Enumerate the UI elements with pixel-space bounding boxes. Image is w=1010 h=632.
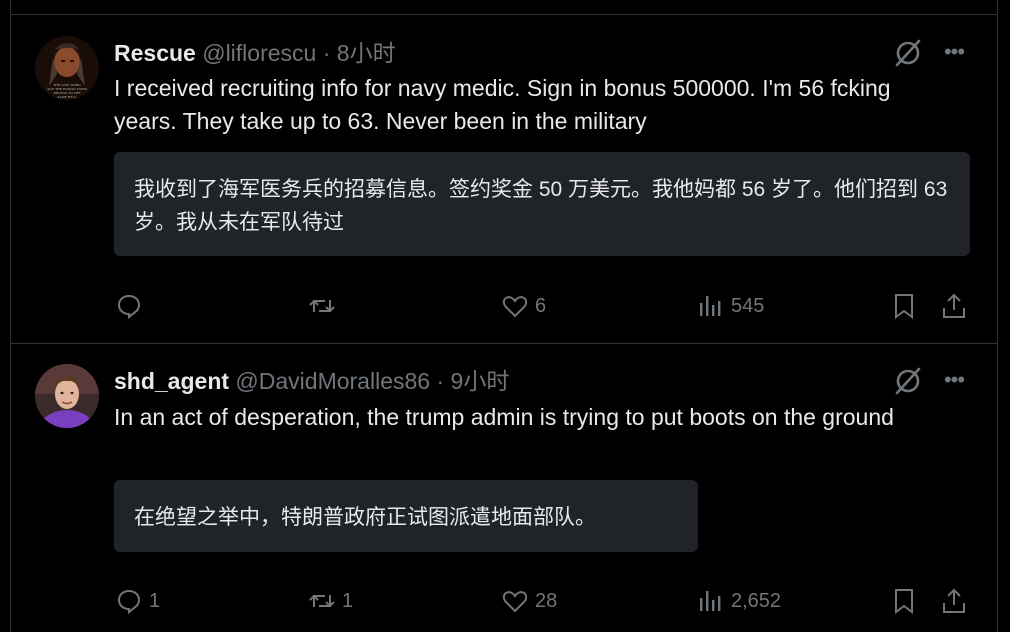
tweet-text: In an act of desperation, the trump admi…	[114, 404, 894, 430]
timeline: THE LOST WORD AND THE HUMAN WORD BELONG …	[10, 0, 998, 632]
bookmark-button[interactable]	[890, 286, 918, 326]
tweet-text: I received recruiting info for navy medi…	[114, 75, 891, 134]
share-button[interactable]	[940, 581, 968, 621]
share-button[interactable]	[940, 286, 968, 326]
views-count: 2,652	[731, 589, 782, 612]
repost-button[interactable]	[308, 286, 342, 326]
bookmark-icon	[895, 589, 913, 614]
repost-button[interactable]: 1	[308, 581, 353, 621]
tweet-2[interactable]: shd_agent @DavidMoralles86 · 9小时 ••• In …	[11, 344, 997, 632]
share-icon	[943, 293, 965, 318]
translation-box: 在绝望之举中，特朗普政府正试图派遣地面部队。	[114, 480, 698, 552]
more-icon[interactable]: •••	[941, 363, 967, 397]
user-handle[interactable]: @liflorescu	[202, 40, 316, 66]
avatar[interactable]: THE LOST WORD AND THE HUMAN WORD BELONG …	[35, 36, 99, 100]
repost-icon	[309, 299, 335, 313]
display-name[interactable]: Rescue	[114, 40, 196, 66]
bookmark-icon	[895, 294, 913, 319]
share-icon	[943, 588, 965, 613]
tweet-1[interactable]: THE LOST WORD AND THE HUMAN WORD BELONG …	[11, 0, 997, 343]
timestamp[interactable]: 9小时	[451, 368, 510, 394]
reply-button[interactable]: 1	[115, 581, 160, 621]
display-name[interactable]: shd_agent	[114, 368, 229, 394]
repost-icon	[309, 594, 335, 608]
tweet-header: shd_agent @DavidMoralles86 · 9小时	[114, 366, 509, 396]
separator-dot: ·	[436, 368, 445, 394]
avatar-image	[35, 364, 99, 428]
timestamp[interactable]: 8小时	[337, 40, 396, 66]
views-button[interactable]: 545	[697, 286, 764, 326]
like-button[interactable]: 6	[501, 286, 546, 326]
repost-count: 1	[342, 589, 354, 612]
separator-dot: ·	[322, 40, 331, 66]
views-icon	[700, 296, 721, 316]
svg-text:SAME HELL: SAME HELL	[57, 95, 76, 99]
like-count: 6	[535, 294, 547, 317]
action-bar: 1 1 28 2,652	[11, 581, 997, 621]
grok-icon[interactable]	[891, 36, 925, 70]
views-button[interactable]: 2,652	[697, 581, 781, 621]
like-icon	[502, 591, 528, 613]
translation-box: 我收到了海军医务兵的招募信息。签约奖金 50 万美元。我他妈都 56 岁了。他们…	[114, 152, 970, 256]
avatar[interactable]	[35, 364, 99, 428]
reply-icon	[117, 294, 141, 320]
avatar-image: THE LOST WORD AND THE HUMAN WORD BELONG …	[35, 36, 99, 100]
like-button[interactable]: 28	[501, 581, 557, 621]
views-count: 545	[731, 294, 765, 317]
user-handle[interactable]: @DavidMoralles86	[235, 368, 430, 394]
like-count: 28	[535, 589, 558, 612]
reply-icon	[117, 589, 141, 615]
action-bar: 6 545	[11, 286, 997, 326]
views-icon	[700, 591, 721, 611]
bookmark-button[interactable]	[890, 581, 918, 621]
more-icon[interactable]: •••	[941, 35, 967, 69]
reply-count: 1	[149, 589, 161, 612]
reply-button[interactable]	[115, 286, 149, 326]
tweet-header: Rescue @liflorescu · 8小时	[114, 38, 396, 68]
like-icon	[502, 296, 528, 318]
grok-icon[interactable]	[891, 364, 925, 398]
